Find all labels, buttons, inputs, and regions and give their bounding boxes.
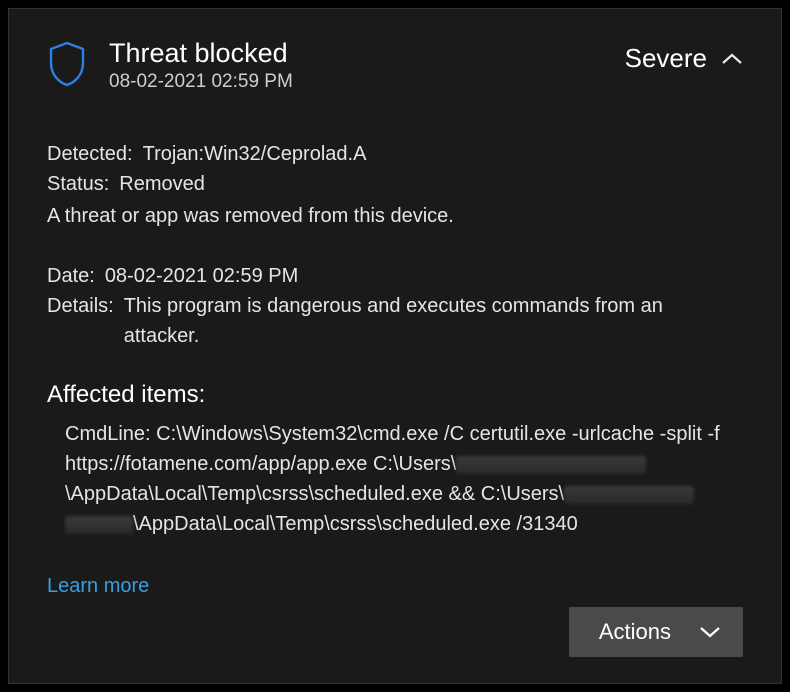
severity-toggle[interactable]: Severe — [625, 43, 743, 74]
status-label: Status: — [47, 169, 109, 199]
redacted-username-1: xxxxxxxxxxxxxxxxxx — [456, 456, 646, 474]
chevron-down-icon — [699, 619, 721, 645]
threat-title: Threat blocked — [109, 37, 293, 69]
date-row: Date: 08-02-2021 02:59 PM — [47, 261, 743, 291]
actions-label: Actions — [599, 619, 671, 645]
date-value: 08-02-2021 02:59 PM — [105, 261, 298, 291]
title-block: Threat blocked 08-02-2021 02:59 PM — [109, 37, 293, 93]
detection-block: Detected: Trojan:Win32/Ceprolad.A Status… — [47, 139, 743, 231]
affected-block: Affected items: CmdLine: C:\Windows\Syst… — [47, 381, 743, 539]
redacted-username-3: xxxxxx — [65, 516, 133, 534]
severity-label: Severe — [625, 43, 707, 74]
affected-heading: Affected items: — [47, 381, 743, 409]
details-value: This program is dangerous and executes c… — [124, 291, 743, 351]
status-value: Removed — [119, 169, 205, 199]
detected-row: Detected: Trojan:Win32/Ceprolad.A — [47, 139, 743, 169]
threat-panel: Threat blocked 08-02-2021 02:59 PM Sever… — [8, 8, 782, 684]
details-label: Details: — [47, 291, 114, 321]
actions-bar: Actions — [569, 607, 743, 657]
cmdline-part-2: \AppData\Local\Temp\csrss\scheduled.exe … — [65, 483, 564, 505]
status-row: Status: Removed — [47, 169, 743, 199]
date-label: Date: — [47, 261, 95, 291]
actions-button[interactable]: Actions — [569, 607, 743, 657]
affected-body: CmdLine: C:\Windows\System32\cmd.exe /C … — [47, 419, 743, 539]
date-details-block: Date: 08-02-2021 02:59 PM Details: This … — [47, 261, 743, 351]
cmdline-part-3: \AppData\Local\Temp\csrss\scheduled.exe … — [133, 513, 578, 535]
details-row: Details: This program is dangerous and e… — [47, 291, 743, 351]
status-message: A threat or app was removed from this de… — [47, 201, 743, 231]
detected-label: Detected: — [47, 139, 133, 169]
learn-more-link[interactable]: Learn more — [47, 575, 149, 598]
chevron-up-icon — [721, 52, 743, 66]
threat-timestamp: 08-02-2021 02:59 PM — [109, 71, 293, 93]
detected-value: Trojan:Win32/Ceprolad.A — [143, 139, 367, 169]
header-left: Threat blocked 08-02-2021 02:59 PM — [47, 37, 293, 93]
header-row: Threat blocked 08-02-2021 02:59 PM Sever… — [47, 37, 743, 93]
redacted-username-2: xxxxxxxxxxxx — [564, 486, 694, 504]
shield-icon — [47, 37, 87, 87]
